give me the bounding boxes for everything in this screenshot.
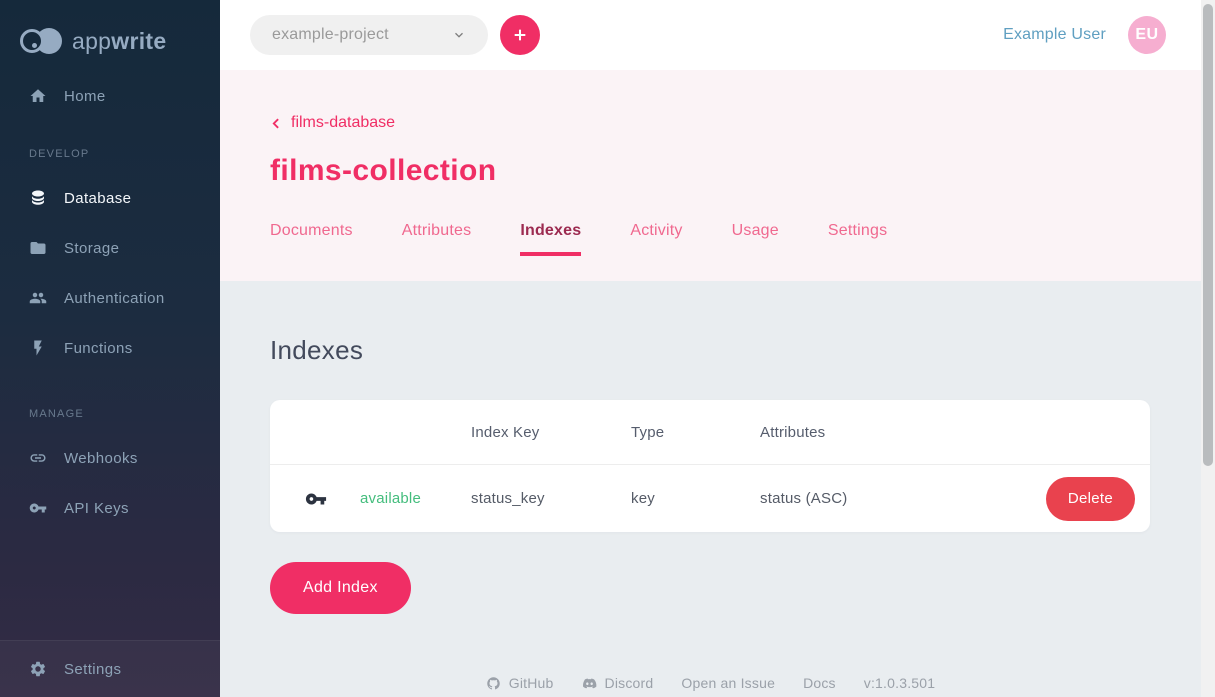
- breadcrumb-label: films-database: [291, 114, 395, 132]
- index-key-icon: [305, 488, 360, 510]
- page-scrollbar[interactable]: [1201, 0, 1215, 697]
- link-icon: [29, 449, 47, 467]
- docs-link[interactable]: Docs: [803, 675, 836, 691]
- page-title: films-collection: [270, 154, 1215, 188]
- sidebar-item-label: Webhooks: [64, 450, 138, 467]
- avatar[interactable]: EU: [1128, 16, 1166, 54]
- footer: GitHub Discord Open an Issue Docs v:1.0.…: [220, 675, 1201, 691]
- index-type-value: key: [631, 490, 760, 507]
- plus-icon: [512, 27, 528, 43]
- index-attributes-value: status (ASC): [760, 490, 1046, 507]
- database-icon: [29, 189, 47, 207]
- discord-icon: [582, 676, 597, 691]
- tab-bar: Documents Attributes Indexes Activity Us…: [270, 222, 1215, 256]
- sidebar-item-label: Authentication: [64, 290, 165, 307]
- sidebar-item-webhooks[interactable]: Webhooks: [0, 436, 220, 480]
- sidebar-item-authentication[interactable]: Authentication: [0, 276, 220, 320]
- lightning-icon: [29, 339, 47, 357]
- indexes-table: Index Key Type Attributes available stat…: [270, 400, 1150, 532]
- table-header-row: Index Key Type Attributes: [270, 400, 1150, 465]
- key-icon: [29, 499, 47, 517]
- sidebar-item-settings[interactable]: Settings: [0, 647, 220, 691]
- tab-usage[interactable]: Usage: [732, 222, 779, 256]
- sidebar-section-develop: DEVELOP: [0, 148, 220, 160]
- sidebar-item-home[interactable]: Home: [0, 74, 220, 118]
- appwrite-logo[interactable]: appwrite: [0, 0, 220, 66]
- sidebar-item-api-keys[interactable]: API Keys: [0, 486, 220, 530]
- home-icon: [29, 87, 47, 105]
- open-issue-link[interactable]: Open an Issue: [681, 675, 775, 691]
- section-heading: Indexes: [270, 335, 1215, 366]
- gear-icon: [29, 660, 47, 678]
- appwrite-logo-icon: [20, 28, 62, 54]
- sidebar-item-label: Settings: [64, 661, 121, 678]
- tab-activity[interactable]: Activity: [630, 222, 682, 256]
- project-select-value: example-project: [272, 26, 389, 44]
- add-index-button[interactable]: Add Index: [270, 562, 411, 614]
- user-account-link[interactable]: Example User: [1003, 26, 1106, 44]
- github-link[interactable]: GitHub: [486, 675, 554, 691]
- collection-header: films-database films-collection Document…: [220, 70, 1215, 281]
- table-row: available status_key key status (ASC) De…: [270, 465, 1150, 532]
- sidebar-bottom: Settings: [0, 640, 220, 697]
- breadcrumb[interactable]: films-database: [270, 114, 395, 132]
- tab-documents[interactable]: Documents: [270, 222, 353, 256]
- sidebar-item-label: Database: [64, 190, 131, 207]
- discord-link[interactable]: Discord: [582, 675, 654, 691]
- sidebar-item-label: Storage: [64, 240, 119, 257]
- github-label: GitHub: [509, 675, 554, 691]
- col-type: Type: [631, 424, 760, 441]
- appwrite-logo-text: appwrite: [72, 28, 166, 55]
- topbar: example-project Example User EU: [220, 0, 1215, 70]
- tab-attributes[interactable]: Attributes: [402, 222, 472, 256]
- sidebar-item-label: Functions: [64, 340, 133, 357]
- index-key-value: status_key: [471, 490, 631, 507]
- delete-index-button[interactable]: Delete: [1046, 477, 1135, 521]
- folder-icon: [29, 239, 47, 257]
- sidebar-nav: Home DEVELOP Database Storage Authentica…: [0, 66, 220, 640]
- sidebar-item-database[interactable]: Database: [0, 176, 220, 220]
- users-icon: [29, 289, 47, 307]
- github-icon: [486, 676, 501, 691]
- project-select[interactable]: example-project: [250, 15, 488, 55]
- col-attributes: Attributes: [760, 424, 1135, 441]
- sidebar-item-label: Home: [64, 88, 106, 105]
- chevron-down-icon: [452, 28, 466, 42]
- add-project-button[interactable]: [500, 15, 540, 55]
- discord-label: Discord: [605, 675, 654, 691]
- page: example-project Example User EU films-da…: [220, 0, 1215, 697]
- sidebar: appwrite Home DEVELOP Database Storage A…: [0, 0, 220, 697]
- col-index-key: Index Key: [471, 424, 631, 441]
- sidebar-item-label: API Keys: [64, 500, 129, 517]
- index-status: available: [360, 490, 471, 507]
- sidebar-item-functions[interactable]: Functions: [0, 326, 220, 370]
- content-area: Indexes Index Key Type Attributes availa…: [220, 281, 1215, 697]
- chevron-left-icon: [270, 117, 283, 130]
- tab-indexes[interactable]: Indexes: [520, 222, 581, 256]
- sidebar-section-manage: MANAGE: [0, 408, 220, 420]
- tab-settings[interactable]: Settings: [828, 222, 887, 256]
- version-label: v:1.0.3.501: [864, 675, 935, 691]
- sidebar-item-storage[interactable]: Storage: [0, 226, 220, 270]
- scrollbar-thumb[interactable]: [1203, 4, 1213, 466]
